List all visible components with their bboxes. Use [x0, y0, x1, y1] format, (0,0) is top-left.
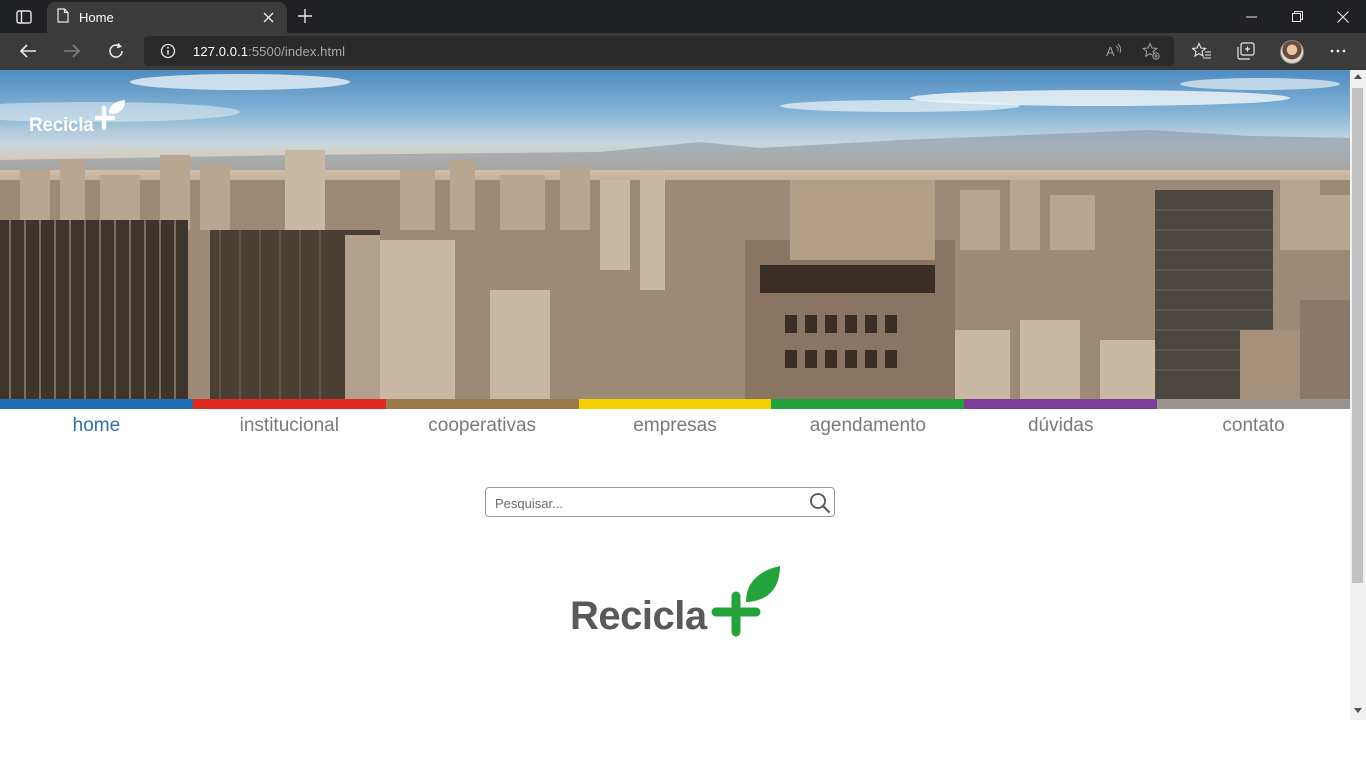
more-options-icon[interactable] [1326, 39, 1350, 63]
browser-tab-bar: Home [0, 0, 1366, 33]
tab-actions-icon[interactable] [6, 5, 42, 29]
page-viewport: Recicla home institucional cooperativas … [0, 70, 1350, 768]
nav-link-cooperativas[interactable]: cooperativas [386, 409, 579, 443]
browser-toolbar: 127.0.0.1:5500/index.html A [0, 33, 1366, 70]
main-logo: Recicla [568, 566, 783, 638]
close-window-icon[interactable] [1320, 0, 1366, 33]
stripe-segment-cooperativas [385, 399, 579, 409]
collections-icon[interactable] [1234, 39, 1258, 63]
close-tab-icon[interactable] [259, 9, 277, 27]
scroll-down-arrow-icon[interactable] [1354, 708, 1362, 713]
new-tab-icon[interactable] [292, 5, 318, 27]
address-bar[interactable]: 127.0.0.1:5500/index.html A [144, 36, 1174, 66]
profile-avatar[interactable] [1280, 40, 1304, 64]
refresh-icon[interactable] [101, 37, 131, 65]
main-logo-text: Recicla [570, 594, 707, 638]
url-text: 127.0.0.1:5500/index.html [193, 44, 346, 59]
hero-banner: Recicla [0, 70, 1350, 400]
svg-text:A: A [1106, 44, 1115, 59]
stripe-segment-home [0, 399, 193, 409]
city-skyline-image [0, 150, 1350, 400]
nav-link-home[interactable]: home [0, 409, 193, 443]
category-color-stripe [0, 399, 1350, 409]
forward-arrow-icon[interactable] [57, 37, 87, 65]
page-scrollbar[interactable] [1350, 70, 1366, 720]
search-icon[interactable] [808, 491, 832, 515]
nav-link-contato[interactable]: contato [1157, 409, 1350, 443]
page-icon [57, 7, 69, 28]
hero-logo[interactable]: Recicla [29, 100, 127, 135]
nav-link-empresas[interactable]: empresas [579, 409, 772, 443]
nav-link-duvidas[interactable]: dúvidas [964, 409, 1157, 443]
stripe-segment-duvidas [964, 399, 1158, 409]
main-nav: home institucional cooperativas empresas… [0, 409, 1350, 443]
favorites-icon[interactable] [1190, 39, 1214, 63]
stripe-segment-agendamento [771, 399, 965, 409]
stripe-segment-contato [1157, 399, 1350, 409]
minimize-icon[interactable] [1228, 0, 1274, 33]
search-input[interactable] [495, 493, 805, 513]
scrollbar-thumb[interactable] [1352, 88, 1363, 583]
nav-link-agendamento[interactable]: agendamento [771, 409, 964, 443]
restore-icon[interactable] [1274, 0, 1320, 33]
add-favorite-icon[interactable] [1141, 42, 1161, 60]
hero-logo-text: Recicla [29, 115, 94, 136]
back-arrow-icon[interactable] [13, 37, 43, 65]
stripe-segment-empresas [578, 399, 772, 409]
recicla-plus-leaf-icon [706, 566, 782, 638]
tab-title: Home [79, 10, 114, 25]
stripe-segment-institucional [192, 399, 386, 409]
nav-link-institucional[interactable]: institucional [193, 409, 386, 443]
hero-logo-mark-icon [93, 100, 127, 135]
browser-tab-home[interactable]: Home [47, 2, 287, 33]
read-aloud-icon[interactable]: A [1104, 42, 1124, 60]
search-box [485, 487, 835, 517]
window-controls [1228, 0, 1366, 33]
site-info-icon[interactable] [160, 43, 176, 59]
scroll-up-arrow-icon[interactable] [1354, 74, 1362, 79]
